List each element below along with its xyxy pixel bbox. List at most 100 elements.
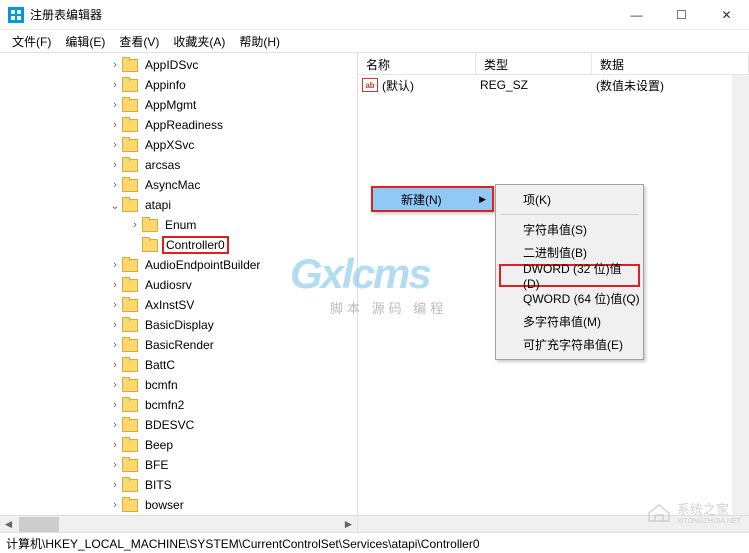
- menu-item-key[interactable]: 项(K): [499, 188, 640, 211]
- minimize-button[interactable]: —: [614, 0, 659, 30]
- expand-icon[interactable]: ›: [108, 279, 122, 291]
- tree-item[interactable]: ›Appinfo: [0, 75, 357, 95]
- folder-icon: [122, 278, 138, 292]
- folder-icon: [122, 478, 138, 492]
- scroll-thumb[interactable]: [19, 517, 59, 532]
- expand-icon[interactable]: ›: [108, 379, 122, 391]
- expand-icon[interactable]: ›: [108, 139, 122, 151]
- menu-item-string[interactable]: 字符串值(S): [499, 218, 640, 241]
- expand-icon[interactable]: ›: [108, 319, 122, 331]
- tree-item[interactable]: ›AppMgmt: [0, 95, 357, 115]
- scroll-right-icon[interactable]: ►: [340, 516, 357, 533]
- menubar: 文件(F) 编辑(E) 查看(V) 收藏夹(A) 帮助(H): [0, 30, 749, 52]
- folder-icon: [122, 258, 138, 272]
- menu-edit[interactable]: 编辑(E): [59, 31, 111, 52]
- col-type[interactable]: 类型: [476, 53, 592, 74]
- tree-item[interactable]: ›arcsas: [0, 155, 357, 175]
- tree-item[interactable]: ›BITS: [0, 475, 357, 495]
- tree-pane: ›AppIDSvc›Appinfo›AppMgmt›AppReadiness›A…: [0, 53, 358, 532]
- folder-icon: [122, 298, 138, 312]
- tree-item-label: BattC: [142, 357, 178, 373]
- tree-item[interactable]: ›bcmfn2: [0, 395, 357, 415]
- menu-item-dword[interactable]: DWORD (32 位)值(D): [499, 264, 640, 287]
- list-row[interactable]: ab (默认) REG_SZ (数值未设置): [358, 75, 749, 95]
- close-button[interactable]: ✕: [704, 0, 749, 30]
- folder-icon: [122, 378, 138, 392]
- expand-icon[interactable]: ›: [108, 179, 122, 191]
- tree-item-label: BFE: [142, 457, 171, 473]
- folder-icon: [122, 498, 138, 512]
- expand-icon[interactable]: ›: [108, 439, 122, 451]
- menu-item-multistring[interactable]: 多字符串值(M): [499, 310, 640, 333]
- expand-icon[interactable]: ›: [108, 59, 122, 71]
- folder-icon: [122, 178, 138, 192]
- tree-item[interactable]: ›AppIDSvc: [0, 55, 357, 75]
- tree-item-label: AppXSvc: [142, 137, 197, 153]
- tree-item[interactable]: Controller0: [0, 235, 357, 255]
- tree-item[interactable]: › bowser: [0, 495, 357, 515]
- tree-hscrollbar[interactable]: ◄ ►: [0, 515, 357, 532]
- menu-item-expandstring[interactable]: 可扩充字符串值(E): [499, 333, 640, 356]
- expand-icon[interactable]: ⌄: [108, 199, 122, 212]
- maximize-button[interactable]: ☐: [659, 0, 704, 30]
- expand-icon[interactable]: ›: [108, 499, 122, 511]
- expand-icon[interactable]: ›: [108, 299, 122, 311]
- expand-icon[interactable]: ›: [108, 419, 122, 431]
- tree-item[interactable]: ›AppReadiness: [0, 115, 357, 135]
- tree-item[interactable]: ›BDESVC: [0, 415, 357, 435]
- menu-favorites[interactable]: 收藏夹(A): [167, 31, 231, 52]
- tree-item-label: BasicDisplay: [142, 317, 217, 333]
- submenu-arrow-icon: ▶: [479, 194, 486, 205]
- tree-item[interactable]: › BFE: [0, 455, 357, 475]
- col-name[interactable]: 名称: [358, 53, 476, 74]
- tree-item[interactable]: ›AudioEndpointBuilder: [0, 255, 357, 275]
- tree-item[interactable]: › BasicDisplay: [0, 315, 357, 335]
- string-value-icon: ab: [362, 78, 378, 92]
- tree-item[interactable]: ›bcmfn: [0, 375, 357, 395]
- menu-view[interactable]: 查看(V): [113, 31, 165, 52]
- folder-icon: [122, 138, 138, 152]
- values-vscrollbar[interactable]: [732, 75, 749, 515]
- values-pane: 名称 类型 数据 ab (默认) REG_SZ (数值未设置) 新建(N) ▶ …: [358, 53, 749, 532]
- tree-item[interactable]: › AppXSvc: [0, 135, 357, 155]
- folder-icon: [142, 238, 158, 252]
- context-submenu: 项(K) 字符串值(S) 二进制值(B) DWORD (32 位)值(D) QW…: [495, 184, 644, 360]
- tree-item-label: bowser: [142, 497, 187, 513]
- folder-icon: [122, 198, 138, 212]
- tree-item-label: Audiosrv: [142, 277, 195, 293]
- folder-icon: [122, 58, 138, 72]
- expand-icon[interactable]: ›: [108, 459, 122, 471]
- col-data[interactable]: 数据: [592, 53, 749, 74]
- menu-help[interactable]: 帮助(H): [233, 31, 286, 52]
- expand-icon[interactable]: ›: [108, 99, 122, 111]
- folder-icon: [122, 438, 138, 452]
- tree-item[interactable]: ›BasicRender: [0, 335, 357, 355]
- tree-item[interactable]: ›Beep: [0, 435, 357, 455]
- expand-icon[interactable]: ›: [108, 259, 122, 271]
- tree-item[interactable]: ⌄atapi: [0, 195, 357, 215]
- expand-icon[interactable]: ›: [128, 219, 142, 231]
- expand-icon[interactable]: ›: [108, 79, 122, 91]
- value-name: (默认): [382, 77, 476, 94]
- menu-item-label: 新建(N): [401, 191, 442, 208]
- tree-item[interactable]: › Audiosrv: [0, 275, 357, 295]
- tree-item[interactable]: ›Enum: [0, 215, 357, 235]
- tree-item[interactable]: › BattC: [0, 355, 357, 375]
- tree-item[interactable]: ›AsyncMac: [0, 175, 357, 195]
- expand-icon[interactable]: ›: [108, 159, 122, 171]
- menu-item-qword[interactable]: QWORD (64 位)值(Q): [499, 287, 640, 310]
- folder-icon: [122, 418, 138, 432]
- tree-item[interactable]: ›AxInstSV: [0, 295, 357, 315]
- folder-icon: [142, 218, 158, 232]
- tree-item-label: Controller0: [162, 236, 229, 254]
- expand-icon[interactable]: ›: [108, 479, 122, 491]
- expand-icon[interactable]: ›: [108, 339, 122, 351]
- values-hscrollbar[interactable]: [358, 515, 749, 532]
- expand-icon[interactable]: ›: [108, 399, 122, 411]
- menu-item-new[interactable]: 新建(N) ▶: [373, 188, 492, 210]
- registry-tree[interactable]: ›AppIDSvc›Appinfo›AppMgmt›AppReadiness›A…: [0, 53, 357, 515]
- expand-icon[interactable]: ›: [108, 359, 122, 371]
- menu-file[interactable]: 文件(F): [6, 31, 57, 52]
- scroll-left-icon[interactable]: ◄: [0, 516, 17, 533]
- expand-icon[interactable]: ›: [108, 119, 122, 131]
